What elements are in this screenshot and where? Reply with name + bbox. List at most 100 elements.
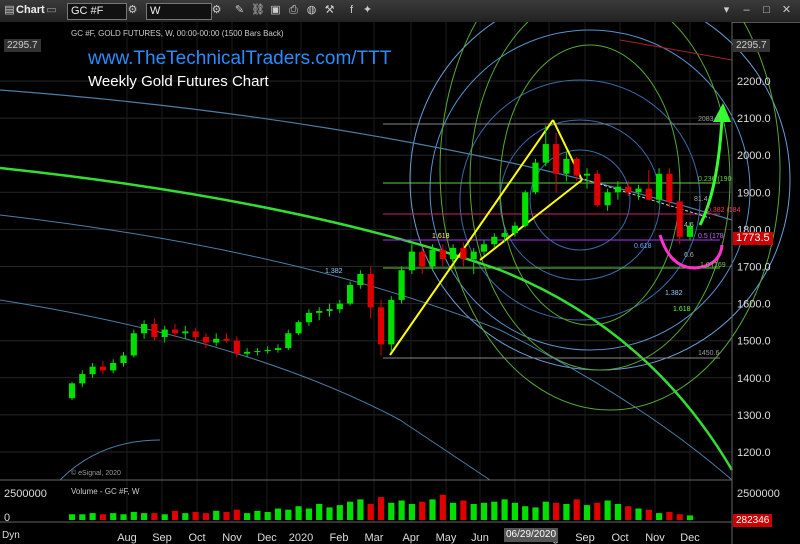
volume-bar (120, 514, 127, 520)
volume-bar (604, 500, 611, 520)
symbol-search-icon[interactable]: ⚙ (126, 4, 139, 17)
volume-bar (141, 513, 148, 520)
top-price-tag-left: 2295.7 (4, 39, 41, 52)
volume-bar (285, 509, 292, 520)
volume-current-tag: 282346 (733, 514, 773, 527)
candle-body (429, 249, 436, 267)
candle-body (244, 351, 251, 354)
fib-label-66: 6.6 (684, 252, 694, 259)
volume-bar (316, 503, 323, 520)
x-tick-label: Apr (402, 532, 419, 544)
fib-label-1618-left: 1.618 (432, 233, 450, 240)
twitter-icon[interactable]: ✦ (361, 4, 374, 17)
candle-body (501, 233, 508, 237)
volume-bar (388, 502, 395, 520)
y-tick-label: 1300.0 (737, 410, 771, 422)
x-tick-label: Aug (117, 532, 137, 544)
symbol-header: GC #F, GOLD FUTURES, W, 00:00-00:00 (150… (71, 29, 284, 38)
candle-body (336, 303, 343, 310)
minimize-icon[interactable]: – (740, 4, 753, 17)
tools-icon[interactable]: ⚒ (323, 4, 336, 17)
website-link[interactable]: www.TheTechnicalTraders.com/TTT (88, 48, 391, 70)
candle-body (645, 188, 652, 200)
volume-bar (305, 508, 312, 520)
candle (594, 170, 601, 208)
pencil-icon[interactable]: ✎ (233, 4, 246, 17)
symbol-input[interactable]: GC #F (67, 3, 127, 20)
y-tick-label: 1400.0 (737, 373, 771, 385)
volume-bar (439, 494, 446, 520)
volume-bar (645, 509, 652, 520)
interval-input[interactable]: W (146, 3, 212, 20)
volume-bar (161, 514, 168, 520)
candle-body (635, 188, 642, 193)
candle-body (202, 336, 209, 343)
volume-bar (130, 511, 137, 520)
price-chart[interactable]: 1200.01300.01400.01500.01600.01700.01800… (0, 22, 800, 544)
y-tick-label: 2000.0 (737, 150, 771, 162)
volume-bar (656, 513, 663, 520)
lock-icon[interactable]: ▣ (269, 4, 282, 17)
x-tick-label: Mar (365, 532, 384, 544)
candle-body (542, 144, 549, 163)
volume-bar (223, 511, 230, 520)
maximize-icon[interactable]: □ (760, 4, 773, 17)
candle-body (604, 192, 611, 206)
volume-bar (326, 507, 333, 520)
candle-body (120, 355, 127, 363)
candle-body (522, 192, 529, 226)
volume-bar (68, 514, 76, 520)
volume-bar (511, 502, 518, 520)
volume-bar (542, 501, 549, 520)
volume-bar (357, 499, 364, 520)
y-tick-label: 1500.0 (737, 336, 771, 348)
candle-body (377, 307, 385, 345)
candle-body (326, 309, 333, 312)
fib-label-0236: 0.236 (190 (698, 176, 732, 183)
x-tick-label: May (436, 532, 457, 544)
x-tick-label: Dec (680, 532, 700, 544)
indicator-icon[interactable]: ◍ (305, 4, 318, 17)
link-icon[interactable]: ⛓ (251, 4, 265, 17)
candle-body (192, 331, 199, 337)
volume-bar (573, 499, 580, 520)
print-icon[interactable]: ⎙ (287, 4, 300, 17)
chart-settings-icon[interactable]: ▭ (45, 4, 58, 17)
date-marker: 06/29/2020 (504, 528, 559, 542)
candle-body (130, 333, 137, 356)
volume-axis-label-right: 2500000 (737, 488, 780, 500)
dyn-button[interactable]: Dyn (2, 530, 20, 541)
x-tick-label: Nov (222, 532, 242, 544)
window-menu-icon[interactable]: ▾ (720, 4, 733, 17)
close-icon[interactable]: ✕ (780, 4, 793, 17)
fib-label-05: 0.5 (178 (698, 233, 724, 240)
candle-body (666, 173, 673, 202)
fib-label-1450: 1450.6 (698, 350, 720, 357)
last-price-tag: 1773.5 (733, 232, 773, 245)
candle-body (367, 273, 374, 308)
y-tick-label: 1600.0 (737, 299, 771, 311)
volume-bar (480, 502, 488, 520)
volume-bar (202, 513, 209, 520)
candle-body (141, 324, 148, 334)
x-tick-label: Jun (471, 532, 489, 544)
volume-bar (347, 501, 354, 520)
volume-bar (625, 506, 632, 520)
chart-title: Weekly Gold Futures Chart (88, 73, 269, 90)
fib-label-0618: 0.618 (634, 243, 652, 250)
chart-icon[interactable]: ▤ (3, 4, 16, 17)
facebook-icon[interactable]: f (345, 4, 358, 17)
candle-body (480, 244, 488, 252)
chart-label: Chart (16, 4, 45, 16)
volume-bar (213, 510, 220, 520)
x-axis: AugSepOctNovDec2020FebMarAprMayJunJulAug… (117, 532, 700, 544)
candle (130, 329, 137, 358)
candle-body (408, 251, 415, 271)
interval-search-icon[interactable]: ⚙ (210, 4, 223, 17)
fib-label-814: 81.4 (694, 196, 708, 203)
volume-bar (501, 499, 508, 520)
volume-bar (274, 508, 282, 520)
x-tick-label: Dec (257, 532, 277, 544)
volume-bar (460, 500, 467, 520)
volume-bar (79, 514, 86, 520)
